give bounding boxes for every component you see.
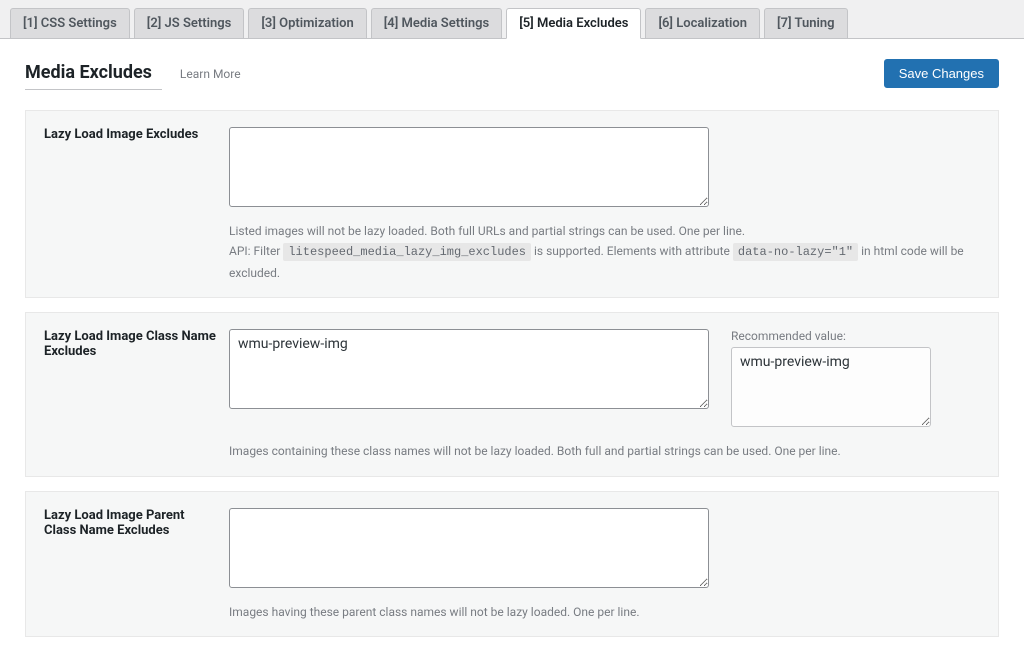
tab-optimization[interactable]: [3] Optimization	[248, 8, 366, 39]
tab-bar: [1] CSS Settings [2] JS Settings [3] Opt…	[0, 0, 1024, 39]
field-label: Lazy Load Image Parent Class Name Exclud…	[44, 508, 229, 622]
recommended-value-label: Recommended value:	[731, 329, 931, 343]
field-help: Images containing these class names will…	[229, 441, 980, 461]
tab-media-excludes[interactable]: [5] Media Excludes	[506, 8, 641, 39]
field-help: Images having these parent class names w…	[229, 602, 980, 622]
lazy-load-parent-class-excludes-textarea[interactable]	[229, 508, 709, 588]
api-prefix: API: Filter	[229, 244, 280, 258]
lazy-load-class-excludes-textarea[interactable]	[229, 329, 709, 409]
tab-css-settings[interactable]: [1] CSS Settings	[10, 8, 130, 39]
api-mid: is supported. Elements with attribute	[534, 244, 730, 258]
field-lazy-load-image-excludes: Lazy Load Image Excludes Listed images w…	[25, 110, 999, 298]
lazy-load-image-excludes-textarea[interactable]	[229, 127, 709, 207]
field-help: Listed images will not be lazy loaded. B…	[229, 221, 980, 283]
page-title: Media Excludes	[25, 62, 162, 90]
api-attr-code: data-no-lazy="1"	[733, 243, 858, 261]
field-lazy-load-image-class-name-excludes: Lazy Load Image Class Name Excludes Reco…	[25, 312, 999, 476]
field-label: Lazy Load Image Class Name Excludes	[44, 329, 229, 461]
panel-media-excludes: Media Excludes Learn More Save Changes L…	[0, 39, 1024, 670]
help-line-2: API: Filter litespeed_media_lazy_img_exc…	[229, 241, 980, 283]
recommended-value-textarea	[731, 347, 931, 427]
tab-js-settings[interactable]: [2] JS Settings	[134, 8, 245, 39]
save-changes-button[interactable]: Save Changes	[884, 59, 999, 88]
help-line-1: Listed images will not be lazy loaded. B…	[229, 221, 980, 241]
tab-tuning[interactable]: [7] Tuning	[764, 8, 848, 39]
api-filter-code: litespeed_media_lazy_img_excludes	[283, 243, 531, 261]
header-row: Media Excludes Learn More Save Changes	[25, 59, 999, 90]
learn-more-link[interactable]: Learn More	[180, 67, 241, 81]
field-label: Lazy Load Image Excludes	[44, 127, 229, 283]
field-lazy-load-parent-class-excludes: Lazy Load Image Parent Class Name Exclud…	[25, 491, 999, 637]
tab-media-settings[interactable]: [4] Media Settings	[371, 8, 502, 39]
tab-localization[interactable]: [6] Localization	[645, 8, 760, 39]
